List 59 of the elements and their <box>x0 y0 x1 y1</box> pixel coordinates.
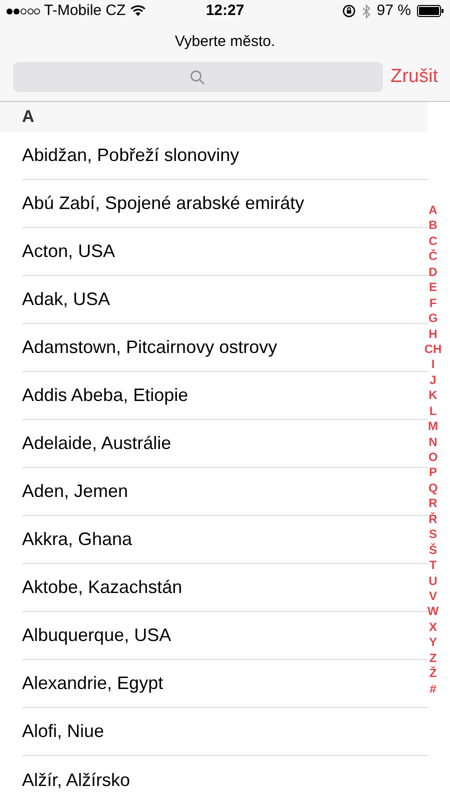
carrier-name: T-Mobile CZ <box>44 0 126 21</box>
city-item[interactable]: Aktobe, Kazachstán <box>22 574 182 601</box>
wifi-icon <box>130 5 146 17</box>
index-letter[interactable]: F <box>429 296 437 312</box>
city-item[interactable]: Abidžan, Pobřeží slonoviny <box>22 142 240 169</box>
section-header: A <box>22 106 34 128</box>
index-letter[interactable]: T <box>429 558 437 574</box>
index-letter[interactable]: L <box>429 404 437 420</box>
index-letter[interactable]: G <box>428 311 438 326</box>
index-letter[interactable]: N <box>428 434 438 450</box>
clock-time: 12:27 <box>206 0 244 21</box>
index-letter[interactable]: A <box>428 203 438 218</box>
index-letter[interactable]: C <box>428 234 438 250</box>
city-item[interactable]: Addis Abeba, Etiopie <box>22 382 188 409</box>
search-field[interactable] <box>13 62 382 92</box>
city-item[interactable]: Akkra, Ghana <box>22 526 132 553</box>
index-letter[interactable]: I <box>431 357 435 373</box>
city-item[interactable]: Alexandrie, Egypt <box>22 670 164 697</box>
index-letter[interactable]: O <box>428 450 438 466</box>
index-letter[interactable]: M <box>428 419 438 435</box>
index-letter[interactable]: U <box>428 574 438 589</box>
index-letter[interactable]: Č <box>428 249 438 265</box>
index-letter[interactable]: Ž <box>429 666 437 682</box>
city-item[interactable]: Albuquerque, USA <box>22 622 172 649</box>
city-item[interactable]: Adelaide, Austrálie <box>22 430 172 457</box>
index-letter[interactable]: Ř <box>428 512 438 528</box>
rotation-lock-icon <box>342 4 356 18</box>
screen-title: Vyberte město. <box>174 32 276 52</box>
city-item[interactable]: Alžír, Alžírsko <box>22 766 130 794</box>
index-letter[interactable]: D <box>428 264 438 280</box>
index-letter[interactable]: Y <box>428 635 437 651</box>
index-letter[interactable]: H <box>428 326 438 342</box>
index-letter[interactable]: J <box>430 372 436 388</box>
signal-icon <box>6 8 40 14</box>
index-letter[interactable]: E <box>428 280 437 296</box>
city-item[interactable]: Abú Zabí, Spojené arabské emiráty <box>22 190 304 217</box>
index-letter[interactable]: P <box>428 465 437 481</box>
index-letter[interactable]: Š <box>428 542 437 558</box>
index-letter[interactable]: V <box>428 588 437 604</box>
battery-icon <box>417 5 444 17</box>
city-item[interactable]: Adamstown, Pitcairnovy ostrovy <box>22 334 278 361</box>
index-letter[interactable]: # <box>430 682 436 697</box>
city-item[interactable]: Alofi, Niue <box>22 718 104 745</box>
index-letter[interactable]: S <box>428 527 437 543</box>
bluetooth-icon <box>362 4 371 18</box>
battery-percentage: 97 % <box>376 0 411 21</box>
cancel-button[interactable]: Zrušit <box>390 62 438 92</box>
city-item[interactable]: Aden, Jemen <box>22 478 128 505</box>
index-letter[interactable]: R <box>428 496 438 512</box>
index-letter[interactable]: X <box>428 620 437 636</box>
index-letter[interactable]: Q <box>428 480 438 496</box>
city-item[interactable]: Acton, USA <box>22 238 116 265</box>
index-letter[interactable]: K <box>428 388 438 404</box>
city-item[interactable]: Adak, USA <box>22 286 110 313</box>
index-letter[interactable]: W <box>427 604 439 620</box>
index-letter[interactable]: Z <box>429 650 437 666</box>
index-letter[interactable]: B <box>428 218 438 234</box>
search-icon <box>190 70 206 84</box>
index-letter[interactable]: CH <box>424 342 442 358</box>
